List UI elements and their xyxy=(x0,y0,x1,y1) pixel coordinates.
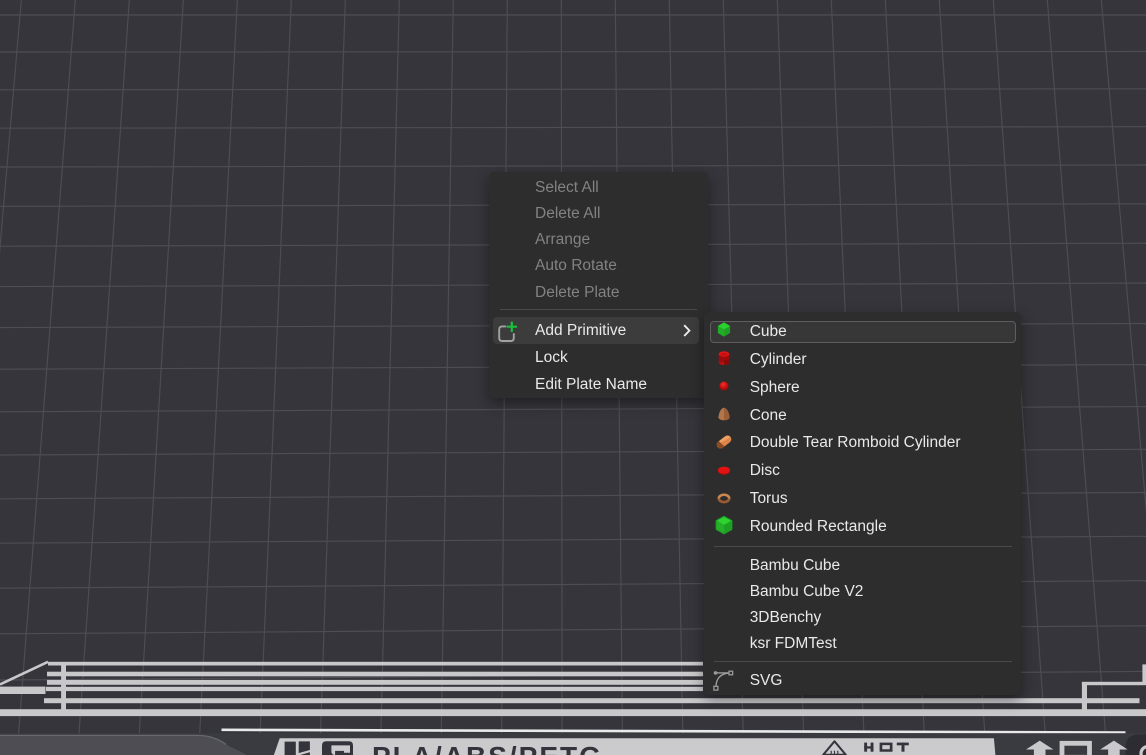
svg-text:PLA/ABS/PETG: PLA/ABS/PETG xyxy=(372,741,603,755)
